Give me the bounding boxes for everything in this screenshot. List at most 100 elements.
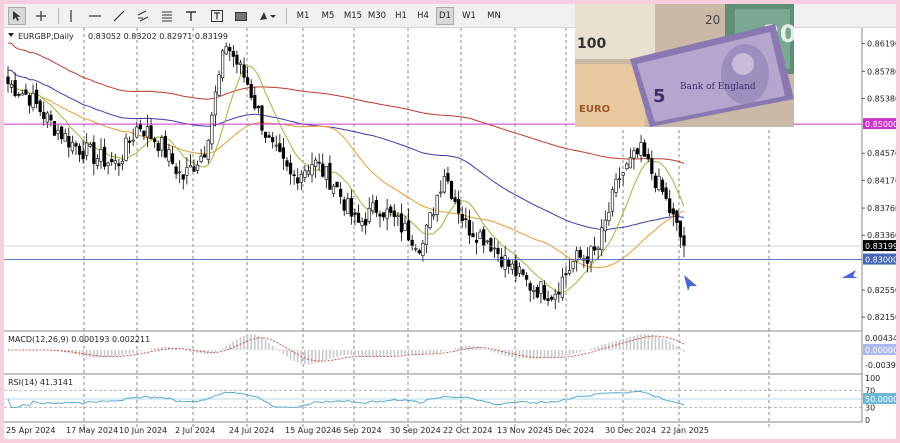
timeframe-m15[interactable]: M15: [342, 7, 364, 25]
cursor-icon[interactable]: [8, 7, 26, 25]
candle: [110, 159, 114, 163]
candle: [528, 283, 532, 291]
candle: [621, 172, 625, 176]
candle: [299, 173, 303, 183]
timeframe-h4[interactable]: H4: [414, 7, 432, 25]
candle: [224, 46, 228, 55]
candle: [81, 150, 85, 160]
price-tick-label: 0.82150: [867, 313, 896, 322]
candle: [525, 275, 529, 280]
candle: [163, 135, 167, 158]
candle: [178, 171, 182, 174]
candle: [392, 210, 396, 217]
candle: [52, 121, 57, 136]
candle: [503, 255, 507, 270]
rsi-tick-label: 0: [865, 416, 870, 425]
candle: [253, 95, 257, 109]
currency-banknotes-image: 20 100 EURO 5 Bank of England 20: [575, 4, 794, 127]
timeframe-mn[interactable]: MN: [484, 7, 504, 25]
candle: [550, 296, 554, 300]
candle: [331, 185, 336, 194]
candle: [600, 227, 604, 251]
candle: [364, 219, 368, 226]
candle: [403, 222, 407, 231]
candle: [507, 259, 511, 267]
text-tool-icon[interactable]: [182, 7, 200, 25]
rsi-tick-label: 100: [865, 374, 880, 383]
candle: [221, 50, 225, 79]
candle: [124, 137, 128, 161]
vertical-line-icon[interactable]: [64, 7, 78, 25]
svg-text:100: 100: [577, 36, 606, 52]
candle: [439, 191, 443, 194]
candle: [260, 105, 264, 131]
macd-tick-label: 0.000000: [865, 346, 896, 355]
svg-text:20: 20: [705, 13, 720, 27]
candle: [292, 174, 296, 177]
arrows-dropdown-icon[interactable]: [256, 7, 280, 25]
candle: [77, 145, 82, 155]
candle: [539, 281, 543, 294]
candle: [356, 212, 361, 223]
candle: [567, 270, 572, 274]
rectangle-icon[interactable]: [232, 7, 250, 25]
candle: [170, 153, 175, 164]
price-tick-label: 0.82550: [867, 286, 896, 295]
timeframe-m1[interactable]: M1: [294, 7, 312, 25]
candle: [235, 54, 239, 65]
timeframe-w1[interactable]: W1: [460, 7, 478, 25]
text-label-icon[interactable]: [208, 7, 226, 25]
candle: [435, 194, 439, 215]
horizontal-line-icon[interactable]: [86, 7, 104, 25]
candle: [406, 220, 411, 241]
candle: [199, 155, 203, 162]
timeframe-m30[interactable]: M30: [366, 7, 388, 25]
candle: [360, 221, 364, 226]
candle: [328, 162, 332, 190]
candle: [371, 202, 375, 212]
candle: [442, 176, 446, 193]
candle: [335, 181, 339, 188]
fibonacci-icon[interactable]: [158, 7, 176, 25]
crosshair-icon[interactable]: [32, 7, 50, 25]
candle: [396, 215, 400, 218]
candle: [417, 250, 421, 254]
candle: [578, 249, 582, 258]
channel-icon[interactable]: [134, 7, 152, 25]
candle: [675, 210, 679, 223]
candle: [231, 50, 235, 57]
candle: [632, 150, 636, 159]
candle: [267, 135, 271, 138]
candle: [131, 139, 135, 142]
timeframe-m5[interactable]: M5: [319, 7, 337, 25]
candle: [474, 239, 479, 243]
candle: [45, 112, 49, 123]
candle: [27, 95, 32, 106]
candle: [63, 133, 67, 142]
candle: [135, 126, 139, 138]
candle: [56, 129, 60, 134]
candle: [482, 229, 486, 246]
candle: [342, 199, 346, 211]
candle: [353, 212, 357, 215]
candle: [653, 175, 657, 189]
price-tick-label: 0.83360: [867, 231, 896, 240]
candle: [510, 263, 514, 270]
current-price-label: 0.83199: [865, 242, 896, 251]
candle: [496, 247, 500, 255]
timeframe-h1[interactable]: H1: [392, 7, 410, 25]
candle: [542, 285, 547, 300]
candle: [167, 149, 171, 162]
candle: [102, 146, 107, 167]
candle: [374, 200, 379, 213]
candle: [449, 181, 454, 200]
timeframe-d1[interactable]: D1: [436, 7, 454, 25]
rsi-tick-label: 30: [865, 403, 875, 412]
candle: [460, 213, 464, 221]
trendline-icon[interactable]: [110, 7, 128, 25]
candle: [535, 286, 539, 298]
date-tick-label: 2 Jul 2024: [175, 426, 215, 435]
candle: [514, 260, 518, 276]
candle: [421, 242, 425, 256]
candle: [85, 142, 89, 156]
